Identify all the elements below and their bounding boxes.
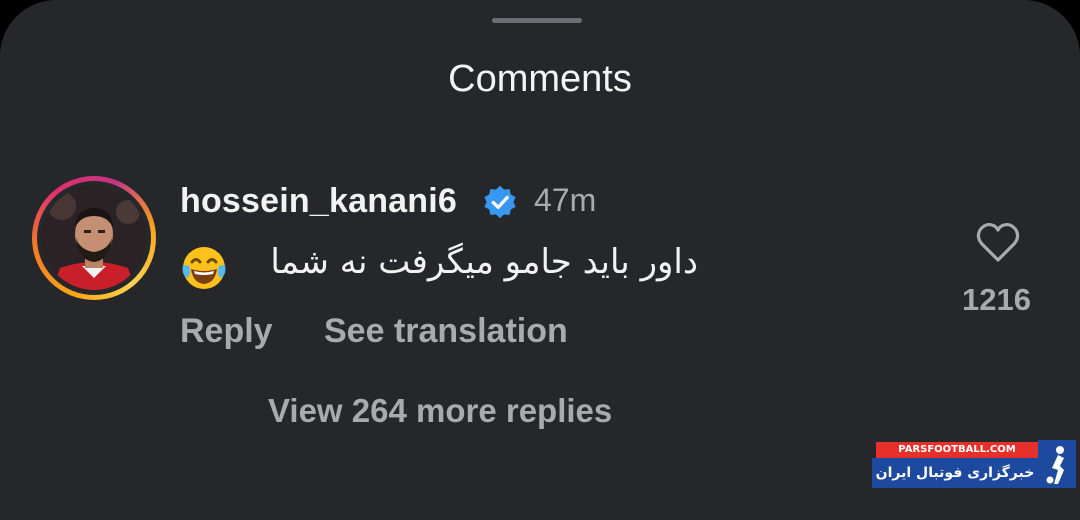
view-more-replies-button[interactable]: View 264 more replies — [268, 392, 612, 430]
page-title: Comments — [448, 58, 632, 100]
watermark-logo — [1038, 440, 1076, 488]
see-translation-button[interactable]: See translation — [324, 312, 568, 351]
drag-handle[interactable] — [492, 18, 582, 23]
avatar[interactable] — [42, 186, 146, 290]
avatar-image — [42, 186, 146, 290]
verified-badge-icon — [484, 185, 516, 219]
comment-timestamp: 47m — [534, 182, 597, 218]
reply-button[interactable]: Reply — [180, 312, 273, 351]
like-count: 1216 — [962, 282, 1031, 317]
comment-text: داور باید جامو میگرفت نه شما — [270, 242, 698, 282]
avatar-story-ring[interactable] — [32, 176, 156, 300]
footballer-logo-icon — [1038, 440, 1076, 488]
watermark-tagline: خبرگزاری فوتبال ایران — [872, 458, 1038, 488]
comment-body: داور باید جامو میگرفت نه شما — [180, 242, 700, 294]
heart-icon[interactable] — [974, 220, 1022, 264]
watermark: PARSFOOTBALL.COM خبرگزاری فوتبال ایران — [872, 440, 1080, 494]
comment-username[interactable]: hossein_kanani6 — [180, 182, 457, 221]
watermark-site: PARSFOOTBALL.COM — [876, 442, 1038, 458]
face-with-tears-of-joy-icon — [182, 247, 226, 289]
